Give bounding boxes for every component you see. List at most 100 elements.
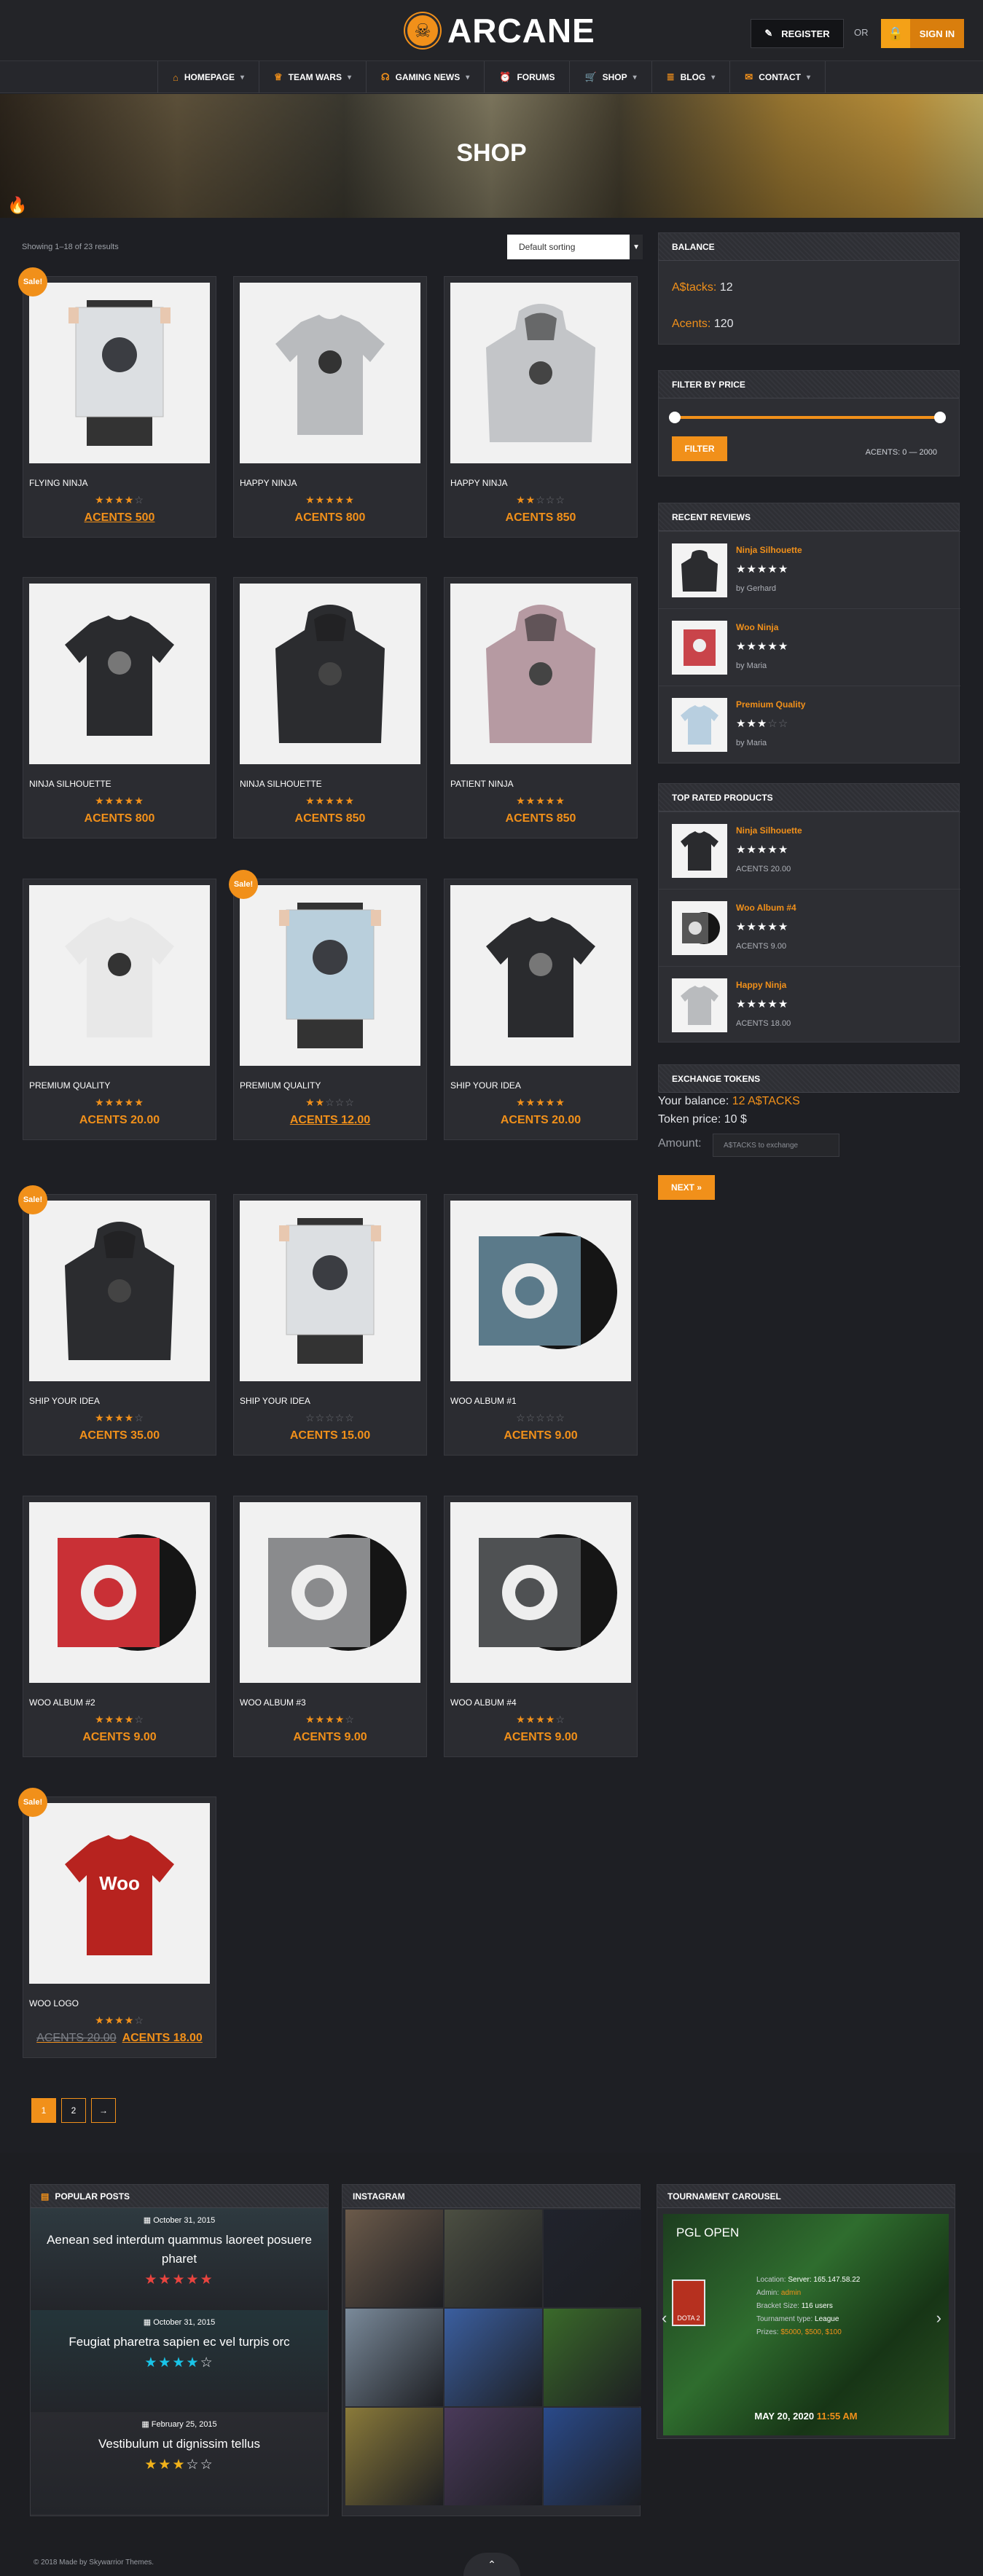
tournament-slide[interactable]: PGL OPEN DOTA 2 ‹ › Location: Server: 16… bbox=[662, 2214, 949, 2435]
product-image[interactable] bbox=[29, 1201, 210, 1381]
product-card[interactable]: WOO ALBUM #1 ☆☆☆☆☆ ACENTS 9.00 bbox=[444, 1194, 638, 1456]
product-name[interactable]: SHIP YOUR IDEA bbox=[450, 1080, 521, 1091]
instagram-photo[interactable] bbox=[345, 2408, 443, 2505]
post-title[interactable]: Aenean sed interdum quammus laoreet posu… bbox=[31, 2231, 328, 2269]
product-name[interactable]: PREMIUM QUALITY bbox=[240, 1080, 321, 1091]
product-name[interactable]: NINJA SILHOUETTE bbox=[29, 779, 111, 789]
product-card[interactable]: PATIENT NINJA ★★★★★ ACENTS 850 bbox=[444, 577, 638, 839]
instagram-photo[interactable] bbox=[345, 2210, 443, 2307]
product-card[interactable]: SHIP YOUR IDEA ★★★★☆ ACENTS 35.00 bbox=[23, 1194, 216, 1456]
price-range-slider[interactable] bbox=[669, 412, 946, 423]
product-image[interactable]: Woo bbox=[29, 1803, 210, 1984]
signin-button[interactable]: 🔒 SIGN IN bbox=[881, 19, 964, 48]
product-image[interactable] bbox=[29, 283, 210, 463]
popular-post[interactable]: ▦ October 31, 2015 Feugiat pharetra sapie… bbox=[31, 2310, 328, 2412]
product-image[interactable] bbox=[29, 1502, 210, 1683]
product-name[interactable]: NINJA SILHOUETTE bbox=[240, 779, 322, 789]
product-name[interactable]: HAPPY NINJA bbox=[240, 478, 297, 488]
product-card[interactable]: FLYING NINJA ★★★★☆ ACENTS 500 bbox=[23, 276, 216, 538]
review-item[interactable]: Woo Ninja ★★★★★ by Maria bbox=[659, 608, 960, 684]
nav-item-forums[interactable]: ⏰ FORUMS bbox=[484, 61, 569, 93]
review-item[interactable]: Ninja Silhouette ★★★★★ by Gerhard bbox=[659, 531, 960, 607]
product-image[interactable] bbox=[240, 584, 420, 764]
product-name[interactable]: SHIP YOUR IDEA bbox=[29, 1396, 100, 1406]
carousel-prev-icon[interactable]: ‹ bbox=[662, 2309, 667, 2328]
nav-item-gaming-news[interactable]: ☊ GAMING NEWS ▾ bbox=[366, 61, 484, 93]
product-card[interactable]: SHIP YOUR IDEA ☆☆☆☆☆ ACENTS 15.00 bbox=[233, 1194, 427, 1456]
product-card[interactable]: HAPPY NINJA ★★☆☆☆ ACENTS 850 bbox=[444, 276, 638, 538]
sort-select[interactable]: Default sorting ▼ bbox=[507, 235, 643, 259]
instagram-photo[interactable] bbox=[544, 2408, 641, 2505]
product-link[interactable]: Ninja Silhouette bbox=[736, 825, 802, 836]
product-image[interactable] bbox=[450, 885, 631, 1066]
review-thumbnail[interactable] bbox=[672, 698, 727, 752]
product-image[interactable] bbox=[450, 1502, 631, 1683]
top-rated-item[interactable]: Happy Ninja ★★★★★ ACENTS 18.00 bbox=[659, 966, 960, 1042]
product-image[interactable] bbox=[240, 1201, 420, 1381]
instagram-photo[interactable] bbox=[544, 2210, 641, 2307]
product-image[interactable] bbox=[450, 283, 631, 463]
instagram-photo[interactable] bbox=[544, 2309, 641, 2406]
nav-item-blog[interactable]: ≣ BLOG ▾ bbox=[651, 61, 730, 93]
review-product-link[interactable]: Premium Quality bbox=[736, 699, 805, 710]
page-link-1[interactable]: 1 bbox=[31, 2098, 56, 2123]
nav-item-homepage[interactable]: ⌂ HOMEPAGE ▾ bbox=[157, 61, 259, 93]
product-card[interactable]: HAPPY NINJA ★★★★★ ACENTS 800 bbox=[233, 276, 427, 538]
product-image[interactable] bbox=[29, 885, 210, 1066]
product-name[interactable]: HAPPY NINJA bbox=[450, 478, 507, 488]
instagram-photo[interactable] bbox=[345, 2309, 443, 2406]
page-link-3[interactable]: → bbox=[91, 2098, 116, 2123]
product-image[interactable] bbox=[240, 283, 420, 463]
top-rated-item[interactable]: Woo Album #4 ★★★★★ ACENTS 9.00 bbox=[659, 889, 960, 965]
product-card[interactable]: SHIP YOUR IDEA ★★★★★ ACENTS 20.00 bbox=[444, 879, 638, 1140]
product-name[interactable]: WOO LOGO bbox=[29, 1998, 79, 2008]
product-image[interactable] bbox=[240, 1502, 420, 1683]
review-thumbnail[interactable] bbox=[672, 621, 727, 675]
nav-item-team-wars[interactable]: ♕ TEAM WARS ▾ bbox=[258, 61, 366, 93]
popular-post[interactable]: ▦ October 31, 2015 Aenean sed interdum qu… bbox=[31, 2208, 328, 2310]
product-name[interactable]: PREMIUM QUALITY bbox=[29, 1080, 110, 1091]
instagram-photo[interactable] bbox=[444, 2210, 542, 2307]
post-title[interactable]: Feugiat pharetra sapien ec vel turpis or… bbox=[31, 2333, 328, 2352]
product-name[interactable]: WOO ALBUM #3 bbox=[240, 1697, 306, 1708]
product-card[interactable]: WOO ALBUM #2 ★★★★☆ ACENTS 9.00 bbox=[23, 1496, 216, 1757]
product-name[interactable]: WOO ALBUM #1 bbox=[450, 1396, 517, 1406]
product-name[interactable]: WOO ALBUM #4 bbox=[450, 1697, 517, 1708]
product-card[interactable]: PREMIUM QUALITY ★★★★★ ACENTS 20.00 bbox=[23, 879, 216, 1140]
nav-item-shop[interactable]: 🛒 SHOP ▾ bbox=[569, 61, 651, 93]
review-product-link[interactable]: Ninja Silhouette bbox=[736, 545, 802, 555]
product-image[interactable] bbox=[29, 584, 210, 764]
register-button[interactable]: ✎ REGISTER bbox=[751, 19, 844, 48]
product-thumbnail[interactable] bbox=[672, 824, 727, 878]
carousel-next-icon[interactable]: › bbox=[936, 2309, 941, 2328]
popular-post[interactable]: ▦ February 25, 2015 Vestibulum ut digniss… bbox=[31, 2412, 328, 2514]
exchange-amount-input[interactable]: A$TACKS to exchange bbox=[713, 1134, 839, 1157]
review-thumbnail[interactable] bbox=[672, 543, 727, 597]
product-image[interactable] bbox=[240, 885, 420, 1066]
nav-item-contact[interactable]: ✉ CONTACT ▾ bbox=[729, 61, 826, 93]
product-link[interactable]: Happy Ninja bbox=[736, 980, 786, 990]
filter-button[interactable]: FILTER bbox=[672, 436, 727, 461]
instagram-photo[interactable] bbox=[444, 2309, 542, 2406]
review-item[interactable]: Premium Quality ★★★☆☆ by Maria bbox=[659, 686, 960, 761]
product-card[interactable]: WOO ALBUM #3 ★★★★☆ ACENTS 9.00 bbox=[233, 1496, 427, 1757]
product-name[interactable]: PATIENT NINJA bbox=[450, 779, 514, 789]
post-title[interactable]: Vestibulum ut dignissim tellus bbox=[31, 2435, 328, 2454]
product-card[interactable]: NINJA SILHOUETTE ★★★★★ ACENTS 800 bbox=[23, 577, 216, 839]
product-card[interactable]: PREMIUM QUALITY ★★☆☆☆ ACENTS 12.00 bbox=[233, 879, 427, 1140]
instagram-photo[interactable] bbox=[444, 2408, 542, 2505]
product-name[interactable]: WOO ALBUM #2 bbox=[29, 1697, 95, 1708]
product-image[interactable] bbox=[450, 584, 631, 764]
product-card[interactable]: Woo WOO LOGO ★★★★☆ ACENTS 20.00 ACENTS 18.00 bbox=[23, 1796, 216, 2058]
review-product-link[interactable]: Woo Ninja bbox=[736, 622, 778, 632]
product-card[interactable]: NINJA SILHOUETTE ★★★★★ ACENTS 850 bbox=[233, 577, 427, 839]
product-card[interactable]: WOO ALBUM #4 ★★★★☆ ACENTS 9.00 bbox=[444, 1496, 638, 1757]
product-link[interactable]: Woo Album #4 bbox=[736, 903, 796, 913]
next-button[interactable]: NEXT » bbox=[658, 1175, 715, 1200]
product-image[interactable] bbox=[450, 1201, 631, 1381]
site-logo[interactable]: ☠ ARCANE bbox=[405, 10, 595, 51]
product-thumbnail[interactable] bbox=[672, 978, 727, 1032]
product-name[interactable]: SHIP YOUR IDEA bbox=[240, 1396, 310, 1406]
product-thumbnail[interactable] bbox=[672, 901, 727, 955]
top-rated-item[interactable]: Ninja Silhouette ★★★★★ ACENTS 20.00 bbox=[659, 812, 960, 887]
